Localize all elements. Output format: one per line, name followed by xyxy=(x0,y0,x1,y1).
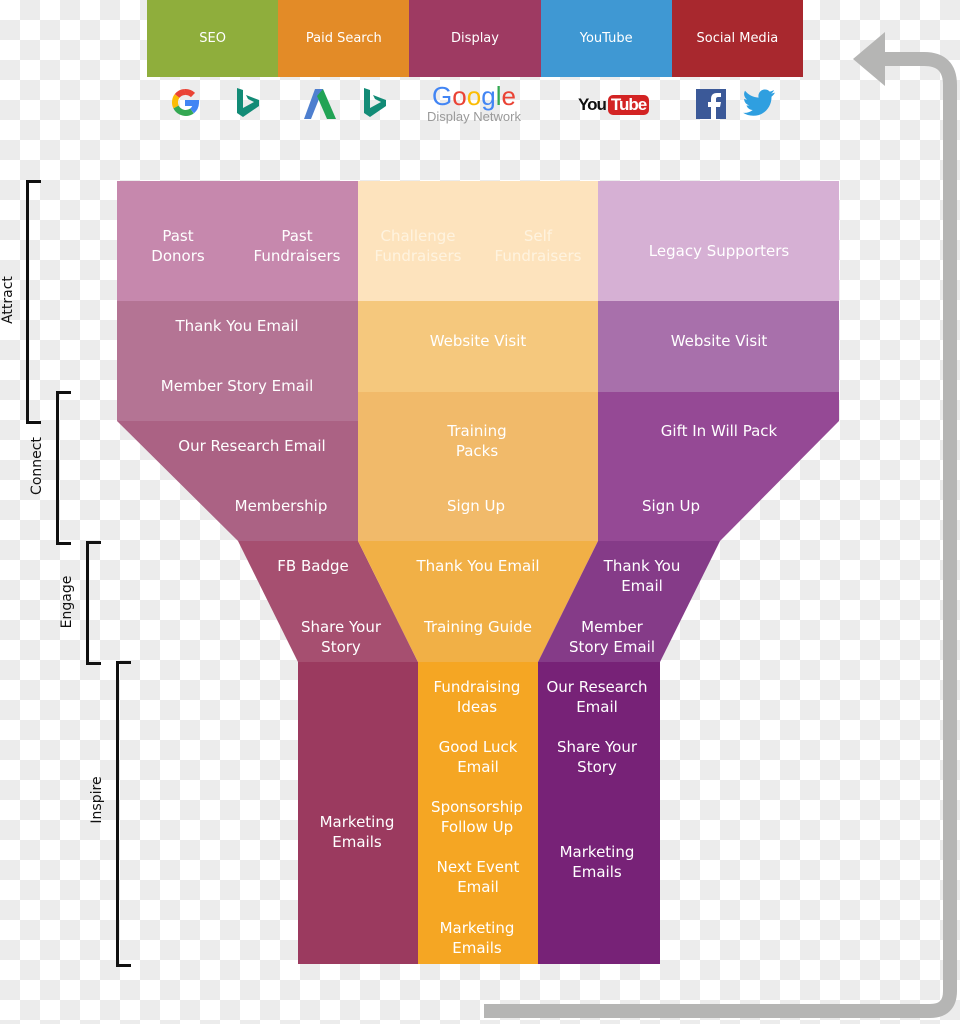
label-left-thank-you-email: Thank You Email xyxy=(175,317,299,335)
stage-label-inspire: Inspire xyxy=(89,776,105,824)
label-gift-in-will-pack: Gift In Will Pack xyxy=(660,422,778,440)
label-right-thank-you-email: Thank You Email xyxy=(603,557,681,595)
label-left-share-your-story: Share Your Story xyxy=(300,618,382,656)
label-legacy-supporters: Legacy Supporters xyxy=(648,242,790,260)
label-right-member-story-email: Member Story Email xyxy=(568,618,656,656)
label-left-member-story-email: Member Story Email xyxy=(160,377,314,395)
label-mid-website-visit: Website Visit xyxy=(429,332,527,350)
label-past-fundraisers: Past Fundraisers xyxy=(253,227,341,265)
segment-connect-middle xyxy=(358,392,598,541)
label-fb-badge: FB Badge xyxy=(277,557,349,575)
stage-label-connect: Connect xyxy=(29,437,45,495)
label-sponsorship-follow-up: Sponsorship Follow Up xyxy=(431,798,523,836)
label-inspire-mid-marketing-emails: Marketing Emails xyxy=(439,919,515,957)
bracket-inspire xyxy=(116,661,131,967)
label-right-website-visit: Website Visit xyxy=(670,332,768,350)
segment-connect-right xyxy=(598,392,839,541)
label-right-sign-up: Sign Up xyxy=(642,497,700,515)
label-training-packs: Training Packs xyxy=(447,422,507,460)
label-inspire-right-marketing-emails: Marketing Emails xyxy=(559,843,635,881)
label-training-guide: Training Guide xyxy=(423,618,533,636)
label-inspire-left-marketing-emails: Marketing Emails xyxy=(319,813,395,851)
bracket-attract xyxy=(26,180,41,424)
label-membership: Membership xyxy=(234,497,328,515)
label-fundraising-ideas: Fundraising Ideas xyxy=(433,678,521,716)
label-challenge-fundraisers: Challenge Fundraisers xyxy=(374,227,462,265)
label-self-fundraisers: Self Fundraisers xyxy=(494,227,582,265)
label-next-event-email: Next Event Email xyxy=(436,858,520,896)
stage-label-engage: Engage xyxy=(59,575,75,629)
label-inspire-our-research-email: Our Research Email xyxy=(546,678,648,716)
label-mid-sign-up: Sign Up xyxy=(447,497,505,515)
label-mid-thank-you-email: Thank You Email xyxy=(416,557,540,575)
label-our-research-email: Our Research Email xyxy=(178,437,326,455)
label-inspire-share-your-story: Share Your Story xyxy=(556,738,638,776)
bracket-connect xyxy=(56,391,71,545)
bracket-engage xyxy=(86,541,101,665)
stage-label-attract: Attract xyxy=(0,276,16,324)
label-good-luck-email: Good Luck Email xyxy=(438,738,518,776)
label-past-donors: Past Donors xyxy=(151,227,205,265)
